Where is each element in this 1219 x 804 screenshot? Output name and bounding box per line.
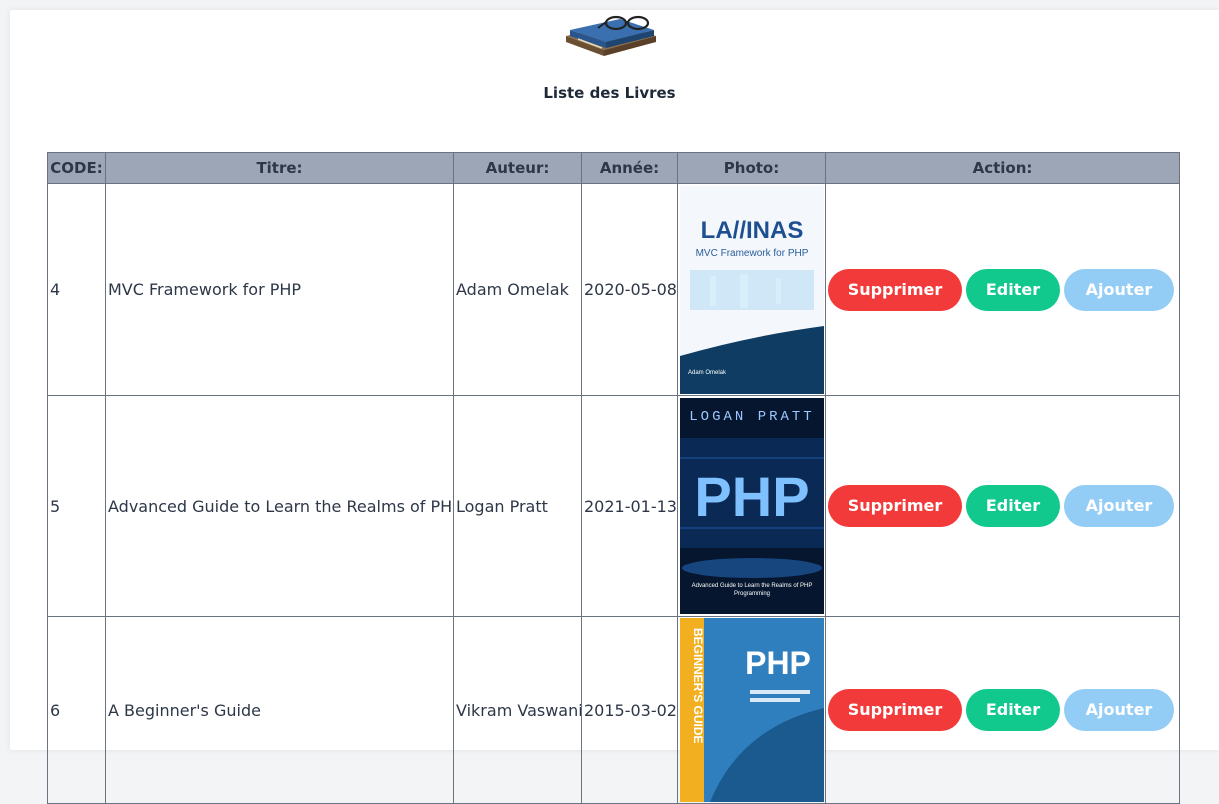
cell-actions: Supprimer Editer Ajouter: [825, 616, 1180, 804]
col-header-action: Action:: [825, 152, 1180, 184]
col-header-annee: Année:: [581, 152, 678, 184]
svg-text:Adam Omelak: Adam Omelak: [688, 370, 727, 376]
page-title: Liste des Livres: [543, 84, 676, 102]
cell-annee: 2020-05-08: [581, 183, 678, 396]
cell-code: 6: [47, 616, 106, 804]
col-header-auteur: Auteur:: [453, 152, 582, 184]
svg-text:BEGINNER'S GUIDE: BEGINNER'S GUIDE: [691, 628, 705, 744]
book-cover-image: LOGAN PRATT PHP Advanced Guide to Learn …: [679, 398, 824, 614]
add-button[interactable]: Ajouter: [1064, 689, 1174, 731]
svg-text:LOGAN PRATT: LOGAN PRATT: [689, 409, 814, 425]
col-header-titre: Titre:: [105, 152, 454, 184]
cell-titre: Advanced Guide to Learn the Realms of PH…: [105, 395, 454, 617]
cell-titre: MVC Framework for PHP: [105, 183, 454, 396]
table-row: 5 Advanced Guide to Learn the Realms of …: [47, 395, 1180, 617]
delete-button[interactable]: Supprimer: [828, 485, 962, 527]
col-header-photo: Photo:: [677, 152, 826, 184]
cell-photo: LA//INAS MVC Framework for PHP Adam Omel…: [677, 183, 826, 396]
edit-button[interactable]: Editer: [966, 689, 1060, 731]
col-header-code: CODE:: [47, 152, 106, 184]
cell-code: 4: [47, 183, 106, 396]
book-cover-image: BEGINNER'S GUIDE PHP: [679, 618, 824, 802]
svg-text:MVC Framework for PHP: MVC Framework for PHP: [695, 248, 808, 259]
cell-auteur: Vikram Vaswani: [453, 616, 582, 804]
table-row: 6 A Beginner's Guide Vikram Vaswani 2015…: [47, 616, 1180, 804]
cell-photo: BEGINNER'S GUIDE PHP: [677, 616, 826, 804]
cell-photo: LOGAN PRATT PHP Advanced Guide to Learn …: [677, 395, 826, 617]
cell-titre: A Beginner's Guide: [105, 616, 454, 804]
svg-text:PHP: PHP: [694, 465, 809, 528]
add-button[interactable]: Ajouter: [1064, 268, 1174, 311]
delete-button[interactable]: Supprimer: [828, 689, 962, 731]
cell-actions: Supprimer Editer Ajouter: [825, 395, 1180, 617]
cell-annee: 2021-01-13: [581, 395, 678, 617]
cell-annee: 2015-03-02: [581, 616, 678, 804]
cell-code: 5: [47, 395, 106, 617]
table-row: 4 MVC Framework for PHP Adam Omelak 2020…: [47, 183, 1180, 396]
add-button[interactable]: Ajouter: [1064, 485, 1174, 527]
table-header-row: CODE: Titre: Auteur: Année: Photo: Actio…: [47, 152, 1180, 184]
book-cover-image: LA//INAS MVC Framework for PHP Adam Omel…: [679, 185, 824, 394]
svg-text:PHP: PHP: [745, 645, 811, 681]
books-with-glasses-icon: [566, 15, 656, 56]
cell-auteur: Adam Omelak: [453, 183, 582, 396]
delete-button[interactable]: Supprimer: [828, 268, 962, 311]
books-table: CODE: Titre: Auteur: Année: Photo: Actio…: [47, 152, 1180, 804]
svg-text:LA//INAS: LA//INAS: [700, 217, 803, 244]
edit-button[interactable]: Editer: [966, 485, 1060, 527]
cell-actions: Supprimer Editer Ajouter: [825, 183, 1180, 396]
cell-auteur: Logan Pratt: [453, 395, 582, 617]
edit-button[interactable]: Editer: [966, 268, 1060, 311]
